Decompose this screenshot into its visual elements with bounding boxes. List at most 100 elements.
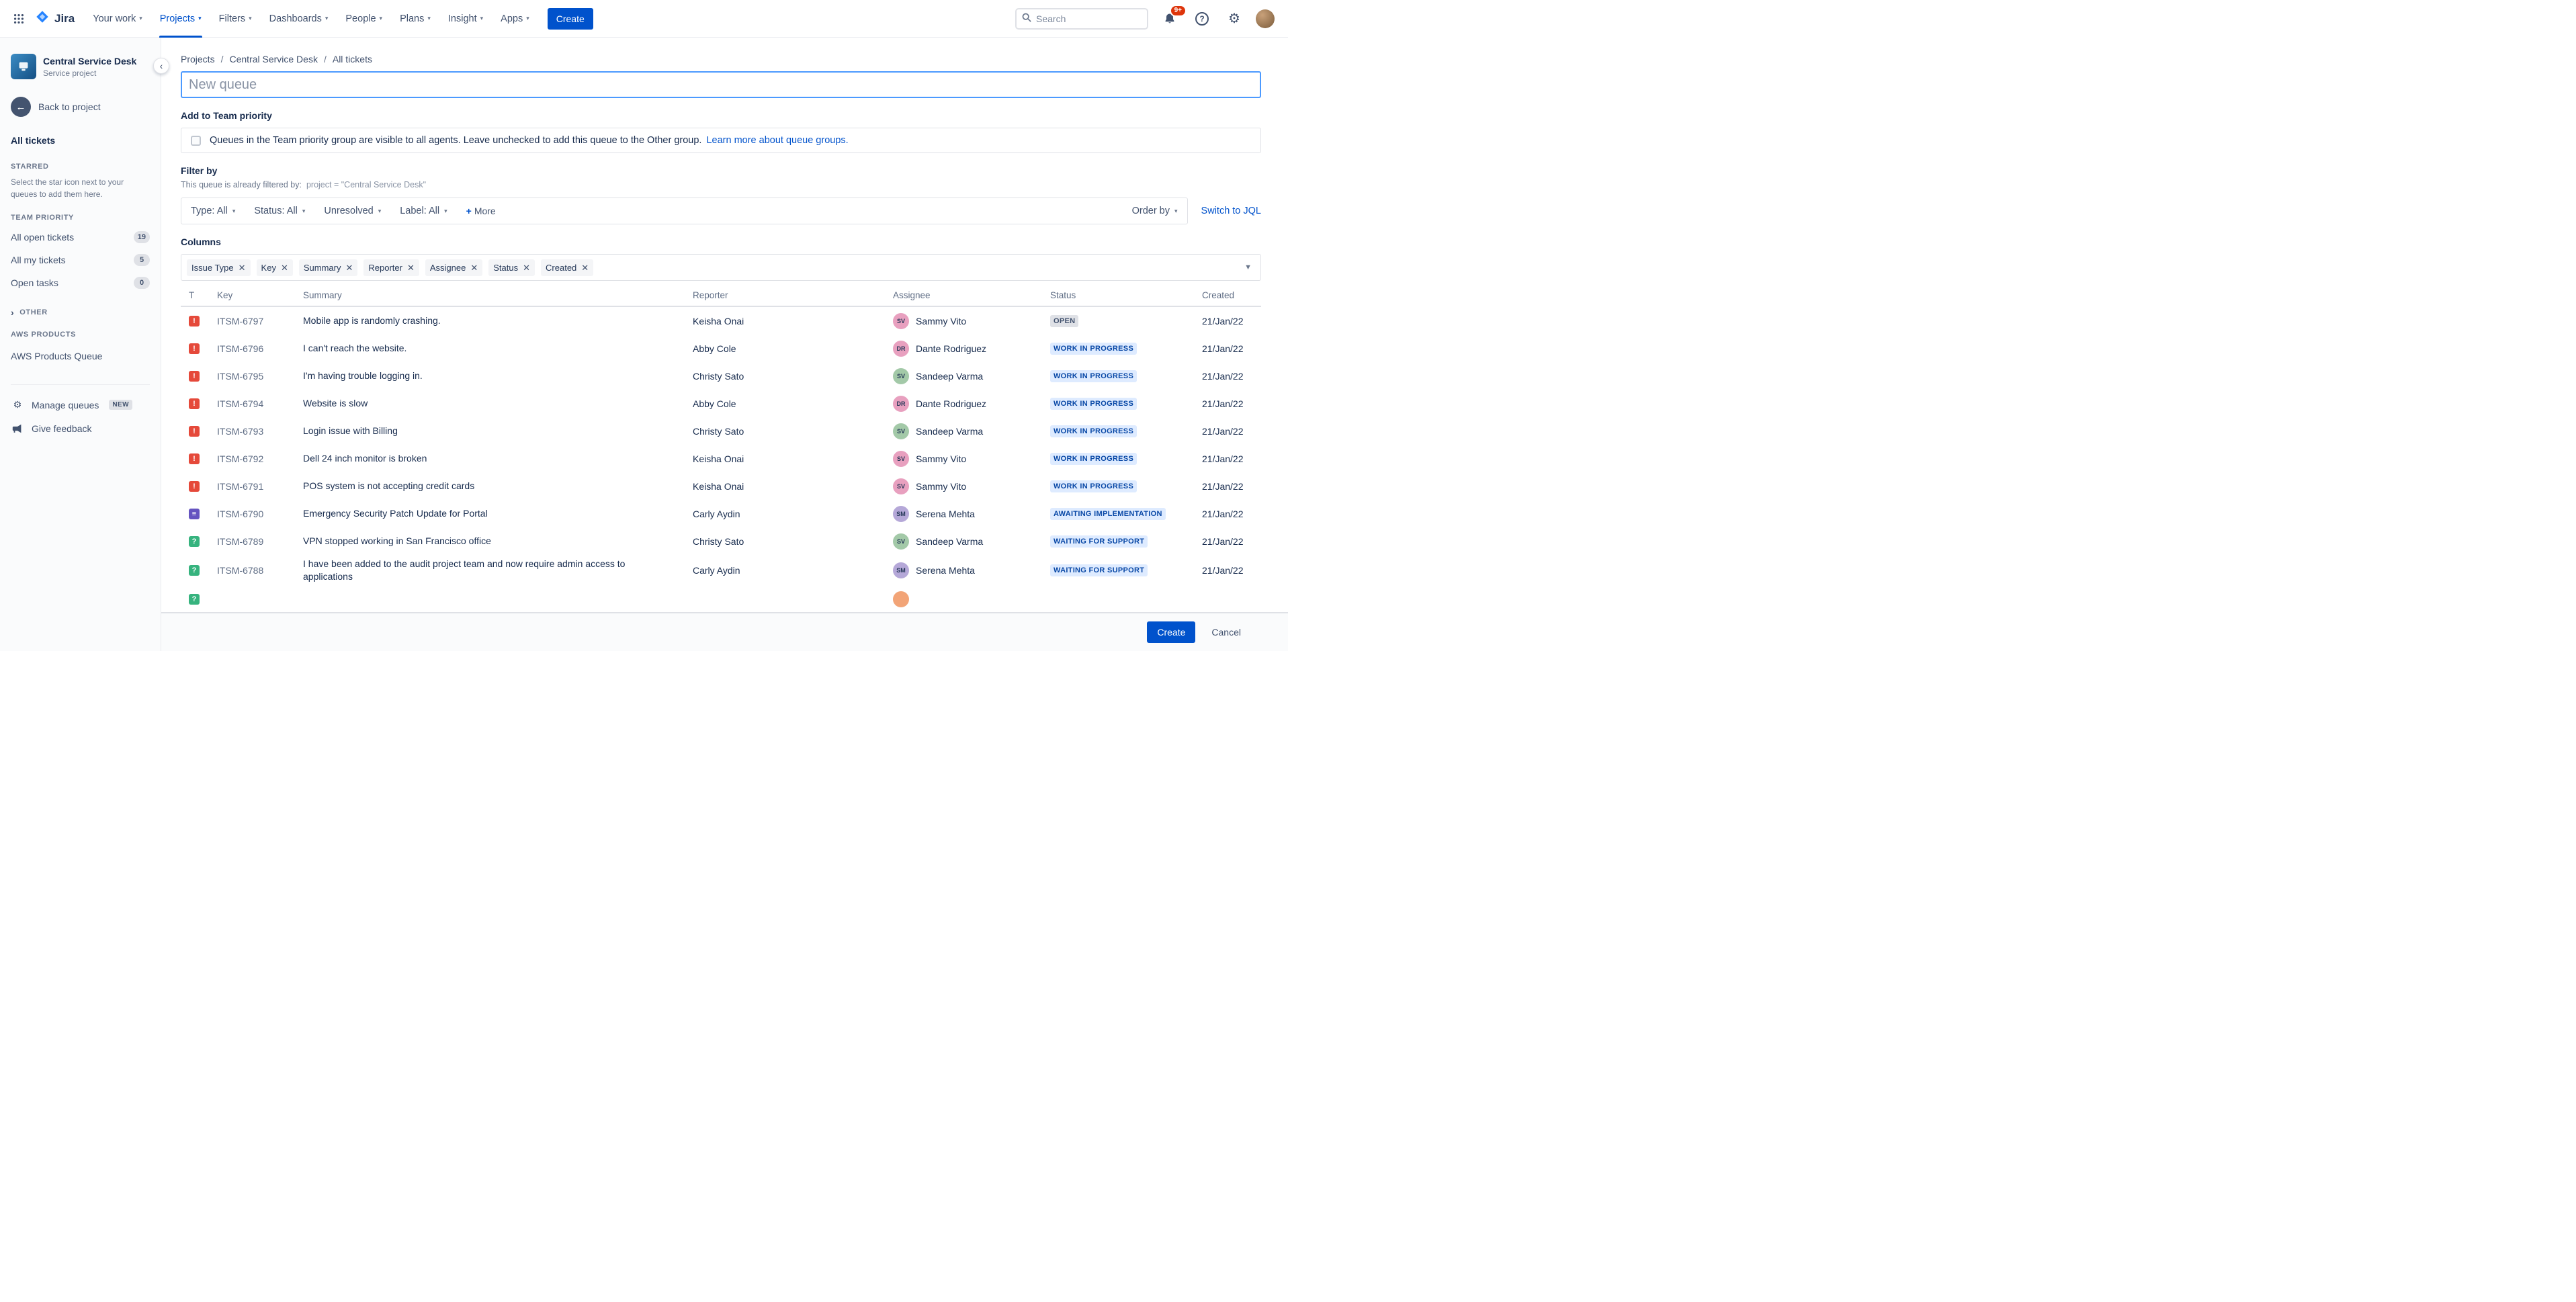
chevron-down-icon[interactable]: ▼ [1244,263,1252,271]
sidebar-item-all-tickets[interactable]: All tickets [11,132,150,149]
jira-logo[interactable]: Jira [30,9,84,28]
back-to-project-label: Back to project [38,101,101,112]
table-row[interactable]: ITSM-6793 Login issue with Billing Christy… [181,417,1261,445]
filter-dropdown[interactable]: Status: All ▾ [254,206,305,216]
remove-tag-icon[interactable]: ✕ [581,263,589,272]
create-button[interactable]: Create [547,7,593,30]
cell-summary: Dell 24 inch monitor is broken [303,452,693,465]
sidebar-section-other[interactable]: › OTHER [11,308,150,317]
sidebar-item-aws-products-queue[interactable]: AWS Products Queue [11,345,150,367]
issue-summary-link[interactable]: I can't reach the website. [303,343,406,353]
team-priority-checkbox[interactable] [191,135,201,146]
column-header-assignee[interactable]: Assignee [893,290,1050,300]
order-by-dropdown[interactable]: Order by ▾ [1132,206,1178,216]
nav-menu-item[interactable]: Your work ▾ [84,0,151,38]
assignee-avatar: SM [893,505,909,522]
breadcrumb-link-projects[interactable]: Projects [181,54,215,64]
chevron-down-icon: ▾ [249,15,252,21]
issue-summary-link[interactable]: POS system is not accepting credit cards [303,480,474,491]
breadcrumb-link-all-tickets[interactable]: All tickets [333,54,372,64]
table-row[interactable]: ITSM-6792 Dell 24 inch monitor is broken K… [181,445,1261,472]
give-feedback-button[interactable]: Give feedback [11,417,150,441]
queue-groups-learn-more-link[interactable]: Learn more about queue groups. [706,135,848,146]
column-header-key[interactable]: Key [217,290,303,300]
status-badge: WAITING FOR SUPPORT [1050,535,1148,548]
project-header[interactable]: Central Service Desk Service project [11,54,150,79]
issue-summary-link[interactable]: Mobile app is randomly crashing. [303,315,441,326]
status-badge: WORK IN PROGRESS [1050,398,1137,410]
apps-grid-icon[interactable] [8,8,30,30]
status-badge: WORK IN PROGRESS [1050,425,1137,437]
back-to-project-button[interactable]: ← Back to project [11,97,150,117]
issue-key-link[interactable]: ITSM-6788 [217,565,263,576]
table-row[interactable]: ITSM-6796 I can't reach the website. Abby … [181,335,1261,362]
issue-key-link[interactable]: ITSM-6789 [217,536,263,547]
nav-menu-item[interactable]: Dashboards ▾ [261,0,337,38]
issue-key-link[interactable]: ITSM-6797 [217,316,263,327]
breadcrumb-link-project[interactable]: Central Service Desk [229,54,318,64]
search-input[interactable] [1036,13,1142,24]
create-queue-button[interactable]: Create [1147,621,1196,643]
column-header-status[interactable]: Status [1050,290,1202,300]
nav-menu-item[interactable]: Apps ▾ [492,0,538,38]
table-row[interactable]: ITSM-6791 POS system is not accepting cre… [181,472,1261,500]
nav-menu-item[interactable]: Projects ▾ [151,0,210,38]
table-row[interactable]: ITSM-6789 VPN stopped working in San Fran… [181,527,1261,555]
columns-multiselect[interactable]: Issue Type ✕ Key ✕ Summary ✕ Reporter ✕ Assi… [181,254,1261,281]
issue-summary-link[interactable]: Dell 24 inch monitor is broken [303,453,427,464]
manage-queues-button[interactable]: ⚙ Manage queues NEW [11,393,150,417]
remove-tag-icon[interactable]: ✕ [281,263,288,272]
sidebar-queue-item[interactable]: Open tasks 0 [11,271,150,294]
issue-summary-link[interactable]: I'm having trouble logging in. [303,370,423,381]
new-queue-name-input[interactable] [181,71,1261,98]
table-row[interactable]: ITSM-6795 I'm having trouble logging in. C… [181,362,1261,390]
switch-to-jql-link[interactable]: Switch to JQL [1201,206,1261,216]
cancel-button[interactable]: Cancel [1211,627,1241,638]
nav-menu-item[interactable]: Filters ▾ [210,0,261,38]
filter-dropdown[interactable]: Type: All ▾ [191,206,235,216]
notifications-bell-icon[interactable]: 9+ [1159,4,1187,30]
column-header-reporter[interactable]: Reporter [693,290,893,300]
queue-label: All open tickets [11,232,75,243]
more-filters-button[interactable]: + More [466,206,496,216]
issue-summary-link[interactable]: VPN stopped working in San Francisco off… [303,535,491,546]
remove-tag-icon[interactable]: ✕ [470,263,478,272]
column-header-summary[interactable]: Summary [303,290,693,300]
issue-summary-link[interactable]: Website is slow [303,398,368,408]
remove-tag-icon[interactable]: ✕ [345,263,353,272]
sidebar-queue-item[interactable]: All my tickets 5 [11,249,150,271]
issue-summary-link[interactable]: I have been added to the audit project t… [303,558,625,582]
issue-summary-link[interactable]: Emergency Security Patch Update for Port… [303,508,488,519]
cell-reporter: Abby Cole [693,343,736,354]
nav-menu-item[interactable]: Plans ▾ [391,0,439,38]
issue-key-link[interactable]: ITSM-6796 [217,343,263,354]
nav-menu-item[interactable]: People ▾ [337,0,391,38]
issue-key-link[interactable]: ITSM-6794 [217,398,263,409]
help-icon[interactable]: ? [1191,8,1213,30]
remove-tag-icon[interactable]: ✕ [407,263,415,272]
issue-key-link[interactable]: ITSM-6790 [217,509,263,519]
table-row[interactable] [181,586,1261,612]
sidebar-collapse-button[interactable]: ‹ [153,58,169,74]
sidebar-queue-item[interactable]: All open tickets 19 [11,226,150,249]
issue-key-link[interactable]: ITSM-6795 [217,371,263,382]
nav-menu-item[interactable]: Insight ▾ [439,0,492,38]
user-avatar[interactable] [1256,9,1275,28]
table-row[interactable]: ITSM-6788 I have been added to the audit … [181,555,1261,586]
column-header-created[interactable]: Created [1202,290,1261,300]
settings-gear-icon[interactable]: ⚙ [1223,8,1245,30]
table-row[interactable]: ITSM-6790 Emergency Security Patch Update… [181,500,1261,527]
issue-key-link[interactable]: ITSM-6791 [217,481,263,492]
issue-summary-link[interactable]: Login issue with Billing [303,425,398,436]
column-header-type[interactable]: T [181,290,217,300]
issue-key-link[interactable]: ITSM-6793 [217,426,263,437]
issue-key-link[interactable]: ITSM-6792 [217,453,263,464]
filter-dropdown[interactable]: Label: All ▾ [400,206,447,216]
table-row[interactable]: ITSM-6797 Mobile app is randomly crashing… [181,307,1261,335]
cell-status: WAITING FOR SUPPORT [1050,564,1202,577]
table-row[interactable]: ITSM-6794 Website is slow Abby Cole DR Dante… [181,390,1261,417]
filter-dropdown[interactable]: Unresolved ▾ [324,206,381,216]
remove-tag-icon[interactable]: ✕ [239,263,246,272]
remove-tag-icon[interactable]: ✕ [523,263,530,272]
cell-assignee: SV Sandeep Varma [893,367,1050,384]
